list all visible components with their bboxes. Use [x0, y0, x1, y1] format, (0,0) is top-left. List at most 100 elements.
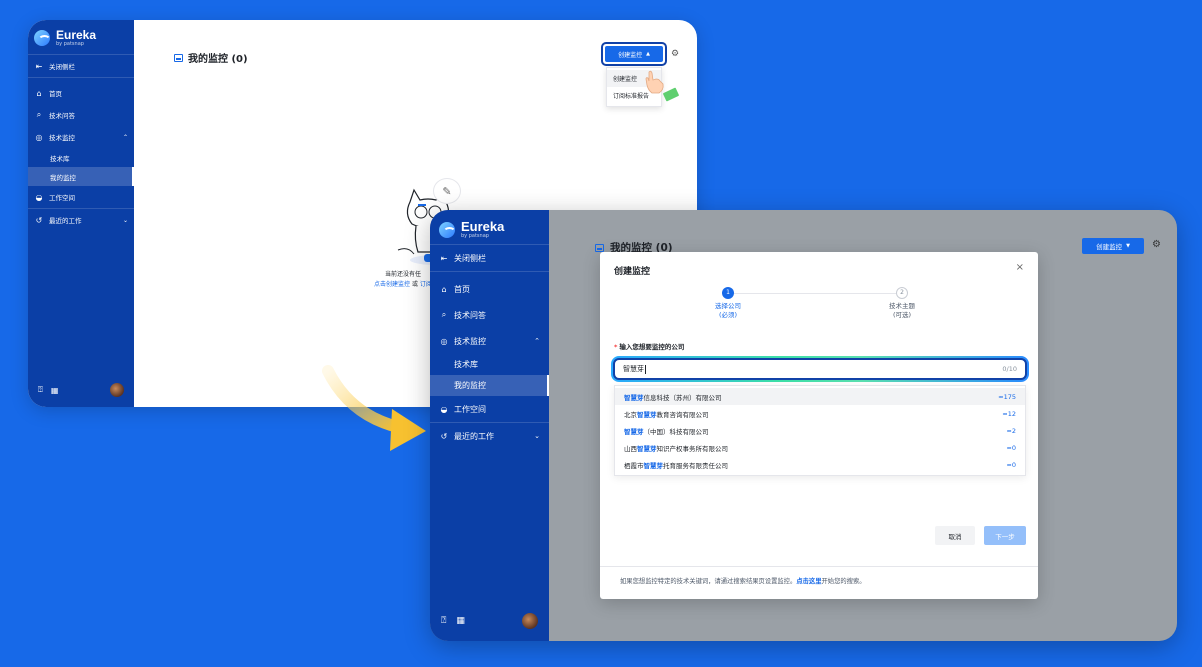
suggestion-count: ≈0 — [1006, 460, 1016, 469]
eureka-logo[interactable]: Eureka by patsnap — [439, 220, 504, 239]
input-char-count: 0/10 — [1002, 365, 1017, 373]
sidebar-item-workspace[interactable]: ◒ 工作空间 — [28, 186, 134, 208]
sidebar-item-recent[interactable]: ↺ 最近的工作 ⌄ — [28, 209, 134, 231]
sidebar-item-label: 技术库 — [50, 154, 70, 163]
help-icon[interactable]: ⍰ — [441, 616, 446, 626]
suggestion-highlight: 智慧芽 — [637, 444, 657, 453]
step-select-company[interactable]: 1 选择公司 (必须) — [700, 287, 756, 321]
workspace-icon: ◒ — [35, 192, 43, 202]
sidebar-item-tech-library[interactable]: 技术库 — [430, 354, 549, 375]
cancel-button[interactable]: 取消 — [935, 526, 975, 545]
sidebar-item-home[interactable]: ⌂ 首页 — [430, 276, 549, 302]
workspace-icon: ◒ — [440, 404, 448, 414]
sidebar-item-qa[interactable]: ⌕ 技术问答 — [430, 302, 549, 328]
suggestion-suffix: 知识产权事务所有限公司 — [656, 444, 729, 453]
sidebar-item-monitor[interactable]: ◎ 技术监控 ⌃ — [430, 328, 549, 354]
sidebar-item-collapse[interactable]: ⇤ 关闭侧栏 — [430, 245, 549, 271]
brand-name: Eureka — [461, 219, 505, 234]
apps-grid-icon[interactable]: ▦ — [456, 616, 465, 626]
suggestion-highlight: 智慧芽 — [624, 393, 644, 402]
divider — [600, 566, 1038, 567]
eureka-logo[interactable]: Eureka by patsnap — [34, 29, 96, 47]
suggestion-item[interactable]: 北京智慧芽教育咨询有限公司 ≈12 — [615, 405, 1025, 422]
gear-icon[interactable]: ⚙ — [1152, 239, 1161, 250]
suggestion-prefix: 北京 — [624, 410, 637, 419]
step-note: (可选) — [892, 311, 912, 320]
sidebar-item-qa[interactable]: ⌕ 技术问答 — [28, 104, 134, 126]
suggestion-highlight: 智慧芽 — [637, 410, 657, 419]
suggestion-suffix: 教育咨询有限公司 — [656, 410, 709, 419]
eureka-logo-icon — [34, 30, 51, 46]
sidebar: Eureka by patsnap ⇤ 关闭侧栏 ⌂ 首页 ⌕ 技术问答 ◎ 技… — [28, 20, 134, 407]
avatar[interactable] — [110, 383, 124, 397]
sidebar-item-home[interactable]: ⌂ 首页 — [28, 82, 134, 104]
suggestion-item[interactable]: 智慧芽信息科技（苏州）有限公司 ≈175 — [615, 388, 1025, 405]
create-monitor-label: 创建监控 — [618, 51, 643, 59]
step-label: 技术主题 — [889, 302, 915, 310]
suggestion-count: ≈2 — [1006, 426, 1016, 435]
suggestion-item[interactable]: 山西智慧芽知识产权事务所有限公司 ≈0 — [615, 439, 1025, 456]
sidebar-item-label: 技术监控 — [49, 134, 75, 142]
sidebar-item-label: 技术库 — [454, 360, 478, 369]
avatar[interactable] — [522, 613, 538, 629]
suggestion-count: ≈175 — [998, 392, 1016, 401]
apps-grid-icon[interactable]: ▦ — [51, 386, 59, 395]
sidebar-item-my-monitor[interactable]: 我的监控 — [28, 167, 134, 186]
create-monitor-button[interactable]: 创建监控 ▼ — [1082, 238, 1144, 254]
suggestion-item[interactable]: 栖霞市智慧芽托育服务有限责任公司 ≈0 — [615, 456, 1025, 473]
suggestion-count: ≈12 — [1002, 409, 1016, 418]
suggestion-item[interactable]: 智慧芽（中国）科技有限公司 ≈2 — [615, 422, 1025, 439]
sidebar-item-label: 我的监控 — [50, 173, 76, 182]
suggestion-prefix: 山西 — [624, 444, 637, 453]
footer-search-link[interactable]: 点击这里 — [796, 578, 821, 585]
search-icon: ⌕ — [36, 110, 42, 119]
step-number: 1 — [722, 287, 734, 299]
stepper: 1 选择公司 (必须) 2 技术主题 (可选) — [700, 287, 930, 327]
brand-sub: by patsnap — [56, 41, 84, 47]
sidebar-item-recent[interactable]: ↺ 最近的工作 ⌄ — [430, 423, 549, 449]
gear-icon[interactable]: ⚙ — [671, 49, 679, 59]
input-value: 智慧芽 — [623, 365, 644, 373]
sidebar-item-label: 关闭侧栏 — [49, 63, 75, 71]
step-note: (必须) — [718, 311, 738, 320]
sidebar-item-tech-library[interactable]: 技术库 — [28, 148, 134, 167]
suggestion-suffix: 托育服务有限责任公司 — [663, 461, 728, 470]
sidebar-item-workspace[interactable]: ◒ 工作空间 — [430, 396, 549, 422]
radar-icon: ◎ — [440, 336, 448, 346]
step-tech-topic[interactable]: 2 技术主题 (可选) — [874, 287, 930, 321]
caret-down-icon: ▼ — [1126, 243, 1130, 249]
sidebar-item-label: 工作空间 — [49, 194, 75, 202]
home-icon: ⌂ — [441, 284, 447, 294]
sidebar-item-monitor[interactable]: ◎ 技术监控 ⌃ — [28, 126, 134, 148]
chevron-up-icon: ⌃ — [534, 337, 540, 345]
sidebar-item-label: 最近的工作 — [454, 431, 494, 441]
radar-icon: ◎ — [35, 132, 43, 142]
sidebar: Eureka by patsnap ⇤ 关闭侧栏 ⌂ 首页 ⌕ 技术问答 ◎ 技… — [430, 210, 549, 641]
create-monitor-label: 创建监控 — [1096, 243, 1123, 251]
field-label-text: 输入您想要监控的公司 — [619, 343, 685, 351]
page-title: 我的监控 (0) — [174, 50, 248, 65]
eureka-logo-icon — [439, 221, 456, 238]
close-icon[interactable]: × — [1016, 262, 1024, 273]
help-icon[interactable]: ⍰ — [38, 385, 43, 395]
chevron-down-icon: ⌄ — [122, 216, 128, 224]
next-step-button[interactable]: 下一步 — [984, 526, 1026, 545]
empty-create-link[interactable]: 点击创建监控 — [374, 281, 410, 288]
collapse-sidebar-icon: ⇤ — [35, 61, 43, 71]
pointing-hand-icon — [645, 70, 664, 94]
create-monitor-button[interactable]: 创建监控 ▲ — [605, 46, 663, 62]
company-input-highlight: 智慧芽 0/10 — [611, 356, 1029, 382]
create-monitor-modal: 创建监控 × 1 选择公司 (必须) 2 技术主题 (可选) * 输入您想要监控的… — [600, 252, 1038, 599]
home-icon: ⌂ — [36, 88, 42, 98]
brand-name: Eureka — [56, 28, 97, 42]
sidebar-item-collapse[interactable]: ⇤ 关闭侧栏 — [28, 55, 134, 77]
sidebar-item-label: 技术问答 — [49, 112, 75, 120]
sidebar-item-my-monitor[interactable]: 我的监控 — [430, 375, 549, 396]
step-label: 选择公司 — [715, 302, 741, 310]
sidebar-item-label: 关闭侧栏 — [454, 253, 486, 263]
sidebar-item-label: 工作空间 — [454, 404, 486, 414]
footer-hint-text: 如果您想监控特定的技术关键词，请通过搜索结果页设置监控。 — [620, 578, 797, 585]
sidebar-item-label: 首页 — [454, 284, 470, 294]
suggestion-suffix: （中国）科技有限公司 — [643, 427, 709, 436]
company-search-input[interactable]: 智慧芽 0/10 — [613, 358, 1027, 380]
